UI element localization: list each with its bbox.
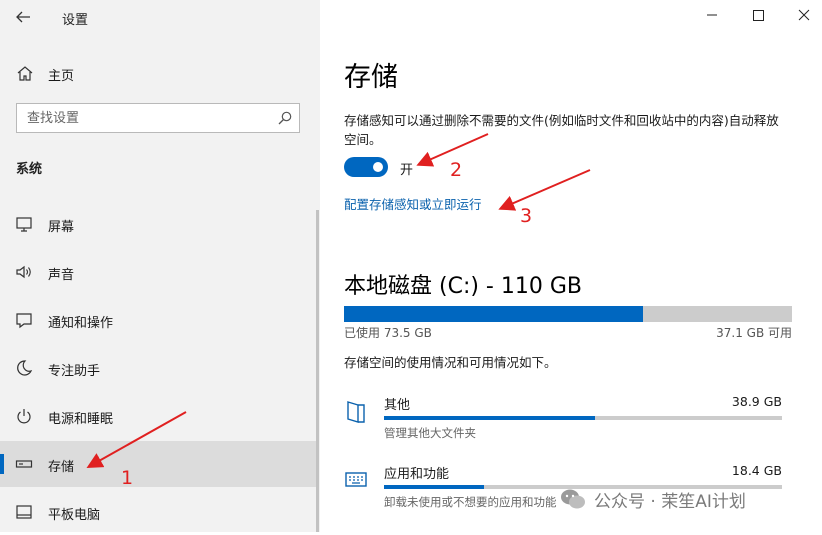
sidebar-item-tablet[interactable]: 平板电脑 (0, 489, 316, 535)
sidebar-item-label: 屏幕 (48, 220, 75, 235)
disk-usage-bar (344, 306, 792, 322)
sidebar-item-power[interactable]: 电源和睡眠 (0, 393, 316, 439)
category-size: 38.9 GB (731, 394, 782, 409)
toggle-knob (373, 162, 383, 172)
annotation-number: 2 (450, 159, 463, 181)
sidebar-item-notifications[interactable]: 通知和操作 (0, 297, 316, 343)
section-title: 系统 (16, 162, 43, 177)
tablet-icon (16, 505, 32, 519)
search-input[interactable] (17, 104, 287, 132)
sidebar-item-label: 主页 (48, 69, 75, 84)
page-title: 存储 (344, 62, 398, 93)
disk-title: 本地磁盘 (C:) - 110 GB (344, 274, 582, 299)
sidebar-item-label: 平板电脑 (48, 508, 101, 523)
sidebar-item-label: 声音 (48, 268, 75, 283)
sidebar-item-home[interactable]: 主页 (0, 58, 320, 88)
sidebar-item-focus-assist[interactable]: 专注助手 (0, 345, 316, 391)
storage-icon (15, 460, 33, 468)
back-button[interactable] (14, 6, 38, 28)
notification-icon (16, 313, 32, 329)
folder-icon (347, 401, 365, 423)
category-other[interactable]: 其他 38.9 GB 管理其他大文件夹 (340, 392, 790, 452)
home-icon (17, 66, 33, 81)
sidebar-item-label: 通知和操作 (48, 316, 114, 331)
search-icon[interactable] (277, 110, 293, 126)
category-name: 应用和功能 (384, 467, 450, 482)
storage-sense-toggle[interactable] (344, 157, 388, 177)
category-subtitle: 管理其他大文件夹 (384, 426, 476, 440)
sidebar-item-label: 存储 (48, 460, 75, 475)
category-size: 18.4 GB (731, 463, 782, 478)
keyboard-icon (345, 472, 367, 487)
sidebar-item-label: 电源和睡眠 (48, 412, 114, 427)
category-usage-bar (384, 416, 782, 420)
storage-sense-description: 存储感知可以通过删除不需要的文件(例如临时文件和回收站中的内容)自动释放空间。 (344, 113, 779, 147)
back-arrow-icon (16, 11, 30, 23)
search-box (16, 103, 300, 133)
category-subtitle: 卸载未使用或不想要的应用和功能 (384, 495, 557, 509)
disk-used-text: 已使用 73.5 GB (344, 326, 432, 340)
sidebar-scrollbar[interactable] (316, 210, 319, 532)
category-usage-fill (384, 416, 595, 420)
category-usage-fill (384, 485, 484, 489)
sidebar: 设置 主页 系统 屏幕 声音 通知和操作 (0, 0, 320, 532)
wechat-icon (561, 489, 585, 509)
active-indicator (0, 454, 4, 474)
disk-usage-fill (344, 306, 644, 322)
sidebar-item-display[interactable]: 屏幕 (0, 201, 316, 247)
usage-description: 存储空间的使用情况和可用情况如下。 (344, 355, 557, 370)
sidebar-item-label: 专注助手 (48, 364, 101, 379)
speaker-icon (16, 265, 31, 279)
category-name: 其他 (384, 398, 411, 413)
power-icon (17, 409, 31, 424)
watermark-text: 公众号 · 茉笙AI计划 (594, 492, 746, 512)
main-panel: 存储 存储感知可以通过删除不需要的文件(例如临时文件和回收站中的内容)自动释放空… (320, 0, 822, 532)
annotation-number: 1 (121, 467, 134, 489)
toggle-state-label: 开 (400, 163, 414, 178)
annotation-number: 3 (520, 205, 533, 227)
sidebar-item-storage[interactable]: 存储 (0, 441, 316, 487)
app-title: 设置 (62, 13, 89, 28)
disk-free-text: 37.1 GB 可用 (716, 326, 792, 340)
moon-icon (17, 360, 33, 376)
monitor-icon (16, 217, 32, 232)
sidebar-item-sound[interactable]: 声音 (0, 249, 316, 295)
configure-storage-sense-link[interactable]: 配置存储感知或立即运行 (344, 194, 482, 213)
